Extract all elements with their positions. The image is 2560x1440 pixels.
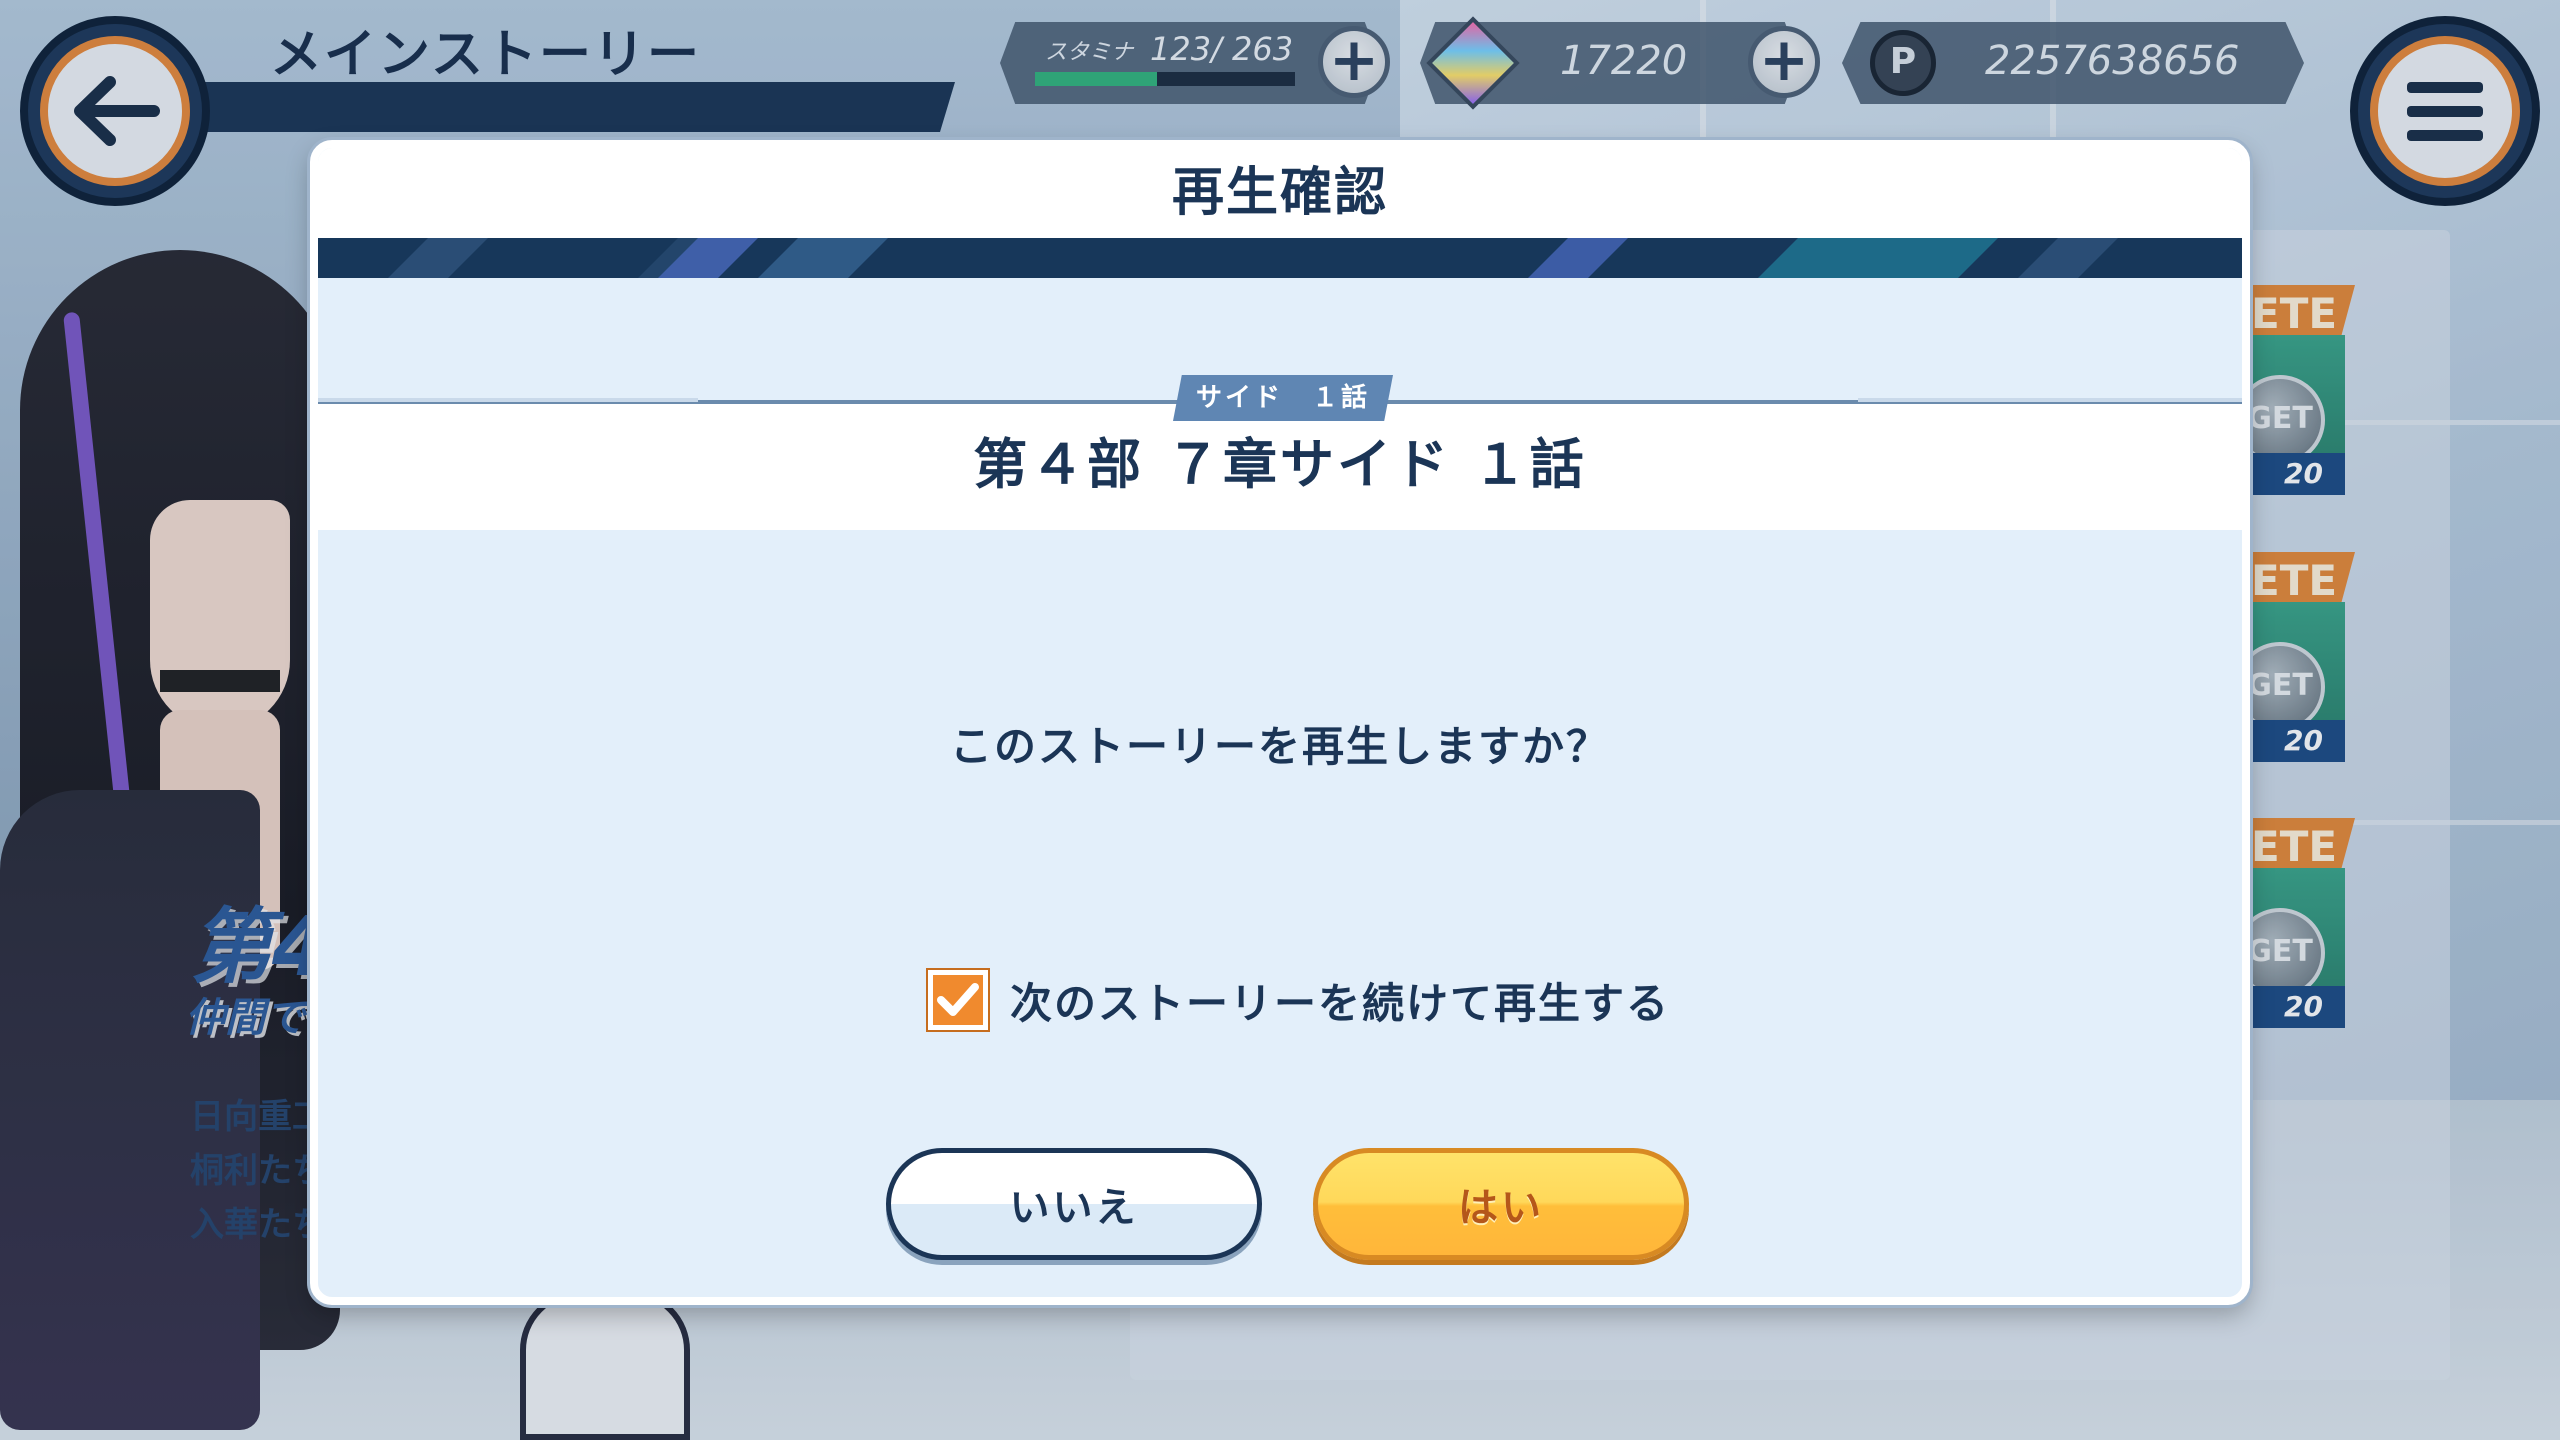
confirm-dialog: 再生確認 サイド １話 第４部 ７章サイド １話 このストーリーを再生しますか？… — [310, 140, 2250, 1305]
confirm-question: このストーリーを再生しますか？ — [949, 722, 1610, 771]
continue-checkbox[interactable] — [928, 970, 988, 1030]
dialog-header: 再生確認 — [318, 148, 2242, 238]
yes-button[interactable]: はい — [1313, 1148, 1689, 1260]
story-title: 第４部 ７章サイド １話 — [973, 433, 1587, 496]
divider-line — [318, 398, 698, 402]
yes-button-label: はい — [1458, 1185, 1544, 1231]
continue-label: 次のストーリーを続けて再生する — [1010, 978, 1671, 1028]
no-button[interactable]: いいえ — [886, 1148, 1262, 1260]
dialog-title: 再生確認 — [1171, 163, 1388, 223]
band-decoration — [758, 238, 888, 278]
checkmark-icon — [937, 983, 979, 1016]
dialog-header-band — [318, 238, 2242, 278]
band-decoration — [2018, 238, 2118, 278]
divider-line — [1858, 398, 2242, 402]
no-button-label: いいえ — [1009, 1185, 1139, 1231]
band-decoration — [1758, 238, 1998, 278]
band-decoration — [1528, 238, 1628, 278]
band-decoration — [388, 238, 488, 278]
story-episode-tag: サイド １話 — [1173, 375, 1393, 421]
continue-playback-option[interactable]: 次のストーリーを続けて再生する — [928, 968, 1670, 1032]
